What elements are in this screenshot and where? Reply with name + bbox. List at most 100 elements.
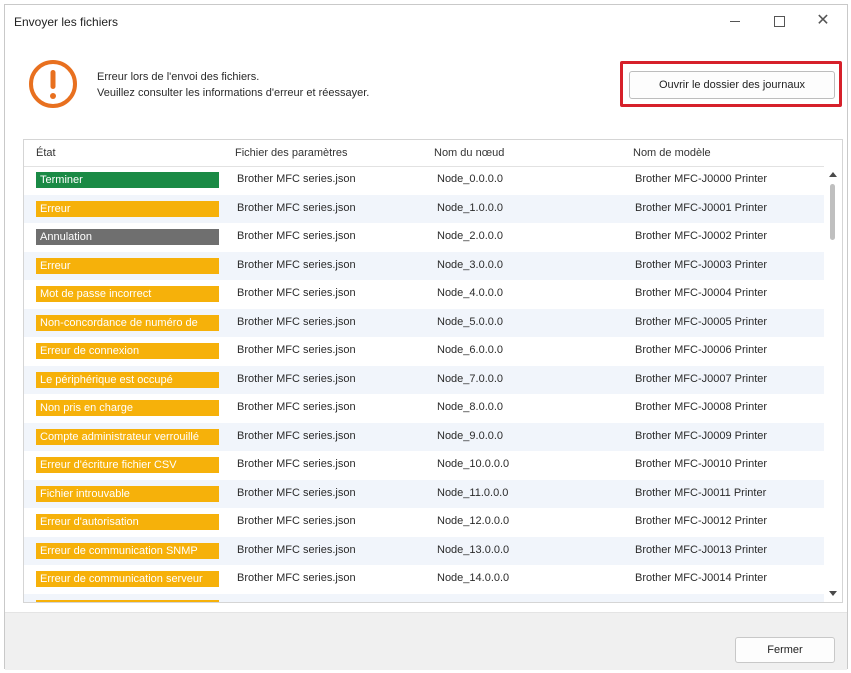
- settings-file-cell: Brother MFC series.json: [237, 201, 356, 214]
- error-message-line2: Veuillez consulter les informations d'er…: [97, 87, 370, 99]
- status-badge: Fichier introuvable: [36, 485, 219, 502]
- status-badge: Erreur de communication serveur: [36, 571, 219, 587]
- node-name-cell: Node_0.0.0.0: [437, 173, 504, 185]
- minimize-button[interactable]: [713, 5, 757, 37]
- error-message: Erreur lors de l'envoi des fichiers. Veu…: [97, 69, 369, 101]
- scroll-up-icon[interactable]: [829, 172, 837, 177]
- node-name-cell: Node_15.0.0.0: [437, 601, 509, 603]
- settings-file-cell: Brother MFC series.json: [237, 258, 356, 271]
- settings-file-cell: Brother MFC series.json: [237, 372, 356, 385]
- maximize-icon: [773, 15, 785, 27]
- table-row[interactable]: Le périphérique est occupé Brother MFC se…: [24, 365, 824, 394]
- settings-file-cell: Brother MFC series.json: [237, 315, 356, 328]
- table-row[interactable]: Erreur Brother MFC series.json Node_3.0.0.…: [24, 251, 824, 280]
- table-row[interactable]: Erreur de communication SNMP Brother MFC …: [24, 536, 824, 565]
- settings-file-cell: Brother MFC series.json: [237, 601, 356, 603]
- model-name-cell: Brother MFC-J0006 Printer: [635, 344, 768, 356]
- model-name-cell: Brother MFC-J0011 Printer: [635, 486, 767, 499]
- table-header: État Fichier des paramètres Nom du nœud …: [24, 140, 824, 167]
- node-name-cell: Node_10.0.0.0: [437, 458, 510, 470]
- model-name-cell: Brother MFC-J0004 Printer: [635, 287, 768, 299]
- node-name-cell: Node_1.0.0.0: [437, 201, 504, 214]
- node-name-cell: Node_6.0.0.0: [437, 344, 504, 356]
- status-badge: Erreur de communication: [36, 599, 219, 602]
- status-badge: Annulation: [36, 229, 219, 245]
- node-name-cell: Node_3.0.0.0: [437, 258, 504, 271]
- table-row[interactable]: Fichier introuvable Brother MFC series.js…: [24, 479, 824, 508]
- settings-file-cell: Brother MFC series.json: [237, 287, 356, 299]
- settings-file-cell: Brother MFC series.json: [237, 230, 356, 242]
- status-badge: Erreur: [36, 257, 219, 274]
- header-settings-file[interactable]: Fichier des paramètres: [235, 147, 348, 159]
- close-window-button[interactable]: ✕: [801, 5, 845, 37]
- status-badge: Erreur: [36, 200, 219, 217]
- table-row[interactable]: Erreur de communication Brother MFC serie…: [24, 593, 824, 603]
- model-name-cell: Brother MFC-J0009 Printer: [635, 429, 768, 442]
- model-name-cell: Brother MFC-J0005 Printer: [635, 315, 768, 328]
- close-button[interactable]: Fermer: [735, 637, 835, 663]
- table-row[interactable]: Erreur Brother MFC series.json Node_1.0.0.…: [24, 194, 824, 223]
- status-badge: Erreur de communication SNMP: [36, 542, 219, 559]
- settings-file-cell: Brother MFC series.json: [237, 572, 356, 584]
- maximize-button[interactable]: [757, 5, 801, 37]
- header-status[interactable]: État: [36, 147, 56, 159]
- table-row[interactable]: Erreur d'écriture fichier CSV Brother MFC…: [24, 451, 824, 480]
- window-title: Envoyer les fichiers: [14, 15, 119, 29]
- node-name-cell: Node_12.0.0.0: [437, 515, 510, 527]
- vertical-scrollbar[interactable]: [824, 166, 842, 602]
- status-badge: Mot de passe incorrect: [36, 286, 219, 302]
- table-row[interactable]: Erreur de communication serveur Brother M…: [24, 565, 824, 594]
- model-name-cell: Brother MFC-J0013 Printer: [635, 543, 768, 556]
- table-row[interactable]: Non pris en charge Brother MFC series.jso…: [24, 394, 824, 423]
- table-body: Terminer Brother MFC series.json Node_0.0.…: [24, 166, 824, 603]
- settings-file-cell: Brother MFC series.json: [237, 173, 356, 185]
- node-name-cell: Node_9.0.0.0: [437, 429, 504, 442]
- node-name-cell: Node_14.0.0.0: [437, 572, 510, 584]
- table-row[interactable]: Mot de passe incorrect Brother MFC series…: [24, 280, 824, 309]
- model-name-cell: Brother MFC-J0014 Printer: [635, 572, 768, 584]
- node-name-cell: Node_5.0.0.0: [437, 315, 504, 328]
- title-bar: Envoyer les fichiers ✕: [5, 5, 847, 37]
- dialog-footer: Fermer: [5, 612, 847, 670]
- status-badge: Erreur d'écriture fichier CSV: [36, 457, 219, 473]
- status-badge: Terminer: [36, 172, 219, 188]
- scroll-down-icon[interactable]: [829, 591, 837, 596]
- status-badge: Non pris en charge: [36, 400, 219, 416]
- settings-file-cell: Brother MFC series.json: [237, 486, 356, 499]
- model-name-cell: Brother MFC-J0012 Printer: [635, 515, 768, 527]
- node-name-cell: Node_11.0.0.0: [437, 486, 509, 499]
- table-row[interactable]: Compte administrateur verrouillé Brother …: [24, 422, 824, 451]
- header-model-name[interactable]: Nom de modèle: [633, 147, 711, 159]
- node-name-cell: Node_7.0.0.0: [437, 372, 504, 385]
- status-badge: Le périphérique est occupé: [36, 371, 219, 388]
- settings-file-cell: Brother MFC series.json: [237, 344, 356, 356]
- close-icon: ✕: [816, 12, 830, 29]
- model-name-cell: Brother MFC-J0001 Printer: [635, 201, 768, 214]
- model-name-cell: Brother MFC-J0015 Printer: [635, 601, 767, 603]
- scroll-thumb[interactable]: [830, 184, 835, 240]
- warning-circle-icon: [27, 58, 79, 115]
- send-files-dialog: Envoyer les fichiers ✕ Erreur lors de l'…: [4, 4, 848, 670]
- results-table: État Fichier des paramètres Nom du nœud …: [23, 139, 843, 603]
- settings-file-cell: Brother MFC series.json: [237, 458, 356, 470]
- error-message-line1: Erreur lors de l'envoi des fichiers.: [97, 71, 260, 83]
- node-name-cell: Node_13.0.0.0: [437, 543, 510, 556]
- status-badge: Erreur d'autorisation: [36, 514, 219, 530]
- table-row[interactable]: Erreur d'autorisation Brother MFC series.…: [24, 508, 824, 537]
- settings-file-cell: Brother MFC series.json: [237, 515, 356, 527]
- model-name-cell: Brother MFC-J0010 Printer: [635, 458, 768, 470]
- model-name-cell: Brother MFC-J0007 Printer: [635, 372, 768, 385]
- model-name-cell: Brother MFC-J0000 Printer: [635, 173, 768, 185]
- minimize-icon: [730, 20, 740, 22]
- settings-file-cell: Brother MFC series.json: [237, 401, 356, 413]
- table-row[interactable]: Annulation Brother MFC series.json Node_2.…: [24, 223, 824, 252]
- header-node-name[interactable]: Nom du nœud: [434, 147, 504, 159]
- status-badge: Compte administrateur verrouillé: [36, 428, 219, 445]
- table-row[interactable]: Terminer Brother MFC series.json Node_0.0.…: [24, 166, 824, 195]
- open-logs-folder-button[interactable]: Ouvrir le dossier des journaux: [629, 71, 835, 99]
- node-name-cell: Node_8.0.0.0: [437, 401, 504, 413]
- table-row[interactable]: Non-concordance de numéro de Brother MFC …: [24, 308, 824, 337]
- node-name-cell: Node_4.0.0.0: [437, 287, 504, 299]
- table-row[interactable]: Erreur de connexion Brother MFC series.js…: [24, 337, 824, 366]
- node-name-cell: Node_2.0.0.0: [437, 230, 504, 242]
